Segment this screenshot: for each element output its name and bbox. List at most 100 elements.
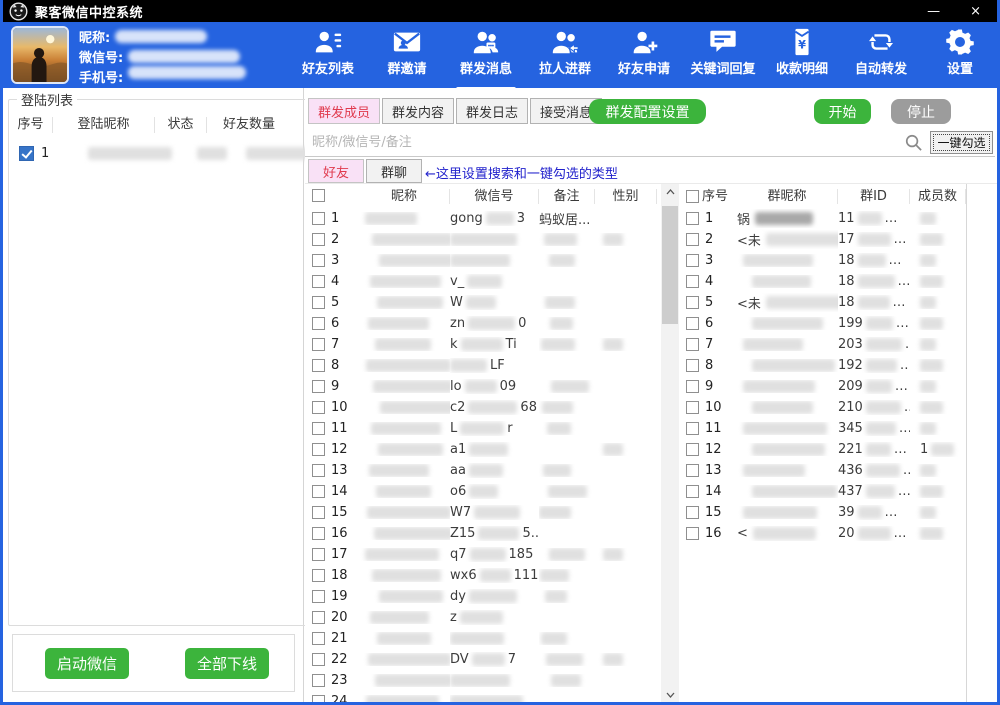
toolbar-item-settings[interactable]: 设置 xyxy=(927,25,993,88)
friend-row[interactable]: 13aa xyxy=(307,460,660,481)
row-checkbox[interactable] xyxy=(686,296,699,309)
group-row[interactable]: 1539… xyxy=(681,502,966,523)
toolbar-item-payment-detail[interactable]: ¥收款明细 xyxy=(769,25,835,88)
group-row[interactable]: 7203… xyxy=(681,334,966,355)
row-checkbox[interactable] xyxy=(312,380,325,393)
row-checkbox[interactable] xyxy=(686,254,699,267)
friend-row[interactable]: 6zn0 xyxy=(307,313,660,334)
friend-row[interactable]: 21 xyxy=(307,628,660,649)
main-tab-1[interactable]: 群发成员 xyxy=(308,98,380,124)
friend-row[interactable]: 20z xyxy=(307,607,660,628)
row-checkbox[interactable] xyxy=(312,233,325,246)
group-row[interactable]: 14437… xyxy=(681,481,966,502)
row-checkbox[interactable] xyxy=(686,485,699,498)
toolbar-item-pull-into-group[interactable]: 拉人进群 xyxy=(532,25,598,88)
toolbar-item-keyword-reply[interactable]: 关键词回复 xyxy=(690,25,756,88)
row-checkbox[interactable] xyxy=(312,695,325,702)
group-row[interactable]: 5<未18… xyxy=(681,292,966,313)
launch-wechat-button[interactable]: 启动微信 xyxy=(45,648,129,679)
row-checkbox[interactable] xyxy=(686,338,699,351)
row-checkbox[interactable] xyxy=(312,674,325,687)
friend-row[interactable]: 14o6 xyxy=(307,481,660,502)
group-row[interactable]: 10210… xyxy=(681,397,966,418)
select-all-friends-checkbox[interactable] xyxy=(312,189,325,202)
close-button[interactable]: × xyxy=(970,5,981,18)
group-row[interactable]: 12221…1 xyxy=(681,439,966,460)
login-row[interactable]: 1 xyxy=(9,140,318,166)
toolbar-item-mass-message[interactable]: 群发消息 xyxy=(453,25,519,88)
login-row-checkbox[interactable] xyxy=(19,146,34,161)
friend-row[interactable]: 3 xyxy=(307,250,660,271)
toolbar-item-friend-request[interactable]: 好友申请 xyxy=(611,25,677,88)
group-row[interactable]: 2<未17… xyxy=(681,229,966,250)
toolbar-item-group-invite[interactable]: 群邀请 xyxy=(374,25,440,88)
friend-row[interactable]: 4v_ xyxy=(307,271,660,292)
minimize-button[interactable]: — xyxy=(927,5,940,18)
friend-row[interactable]: 12a1 xyxy=(307,439,660,460)
scroll-down-button[interactable] xyxy=(661,687,679,702)
friend-row[interactable]: 10c268 xyxy=(307,397,660,418)
search-icon[interactable] xyxy=(904,133,923,152)
row-checkbox[interactable] xyxy=(686,527,699,540)
group-row[interactable]: 16<20… xyxy=(681,523,966,544)
friend-row[interactable]: 1gong3蚂蚁居... xyxy=(307,208,660,229)
row-checkbox[interactable] xyxy=(686,233,699,246)
friend-row[interactable]: 22DV7 xyxy=(307,649,660,670)
friend-row[interactable]: 19dy xyxy=(307,586,660,607)
row-checkbox[interactable] xyxy=(686,443,699,456)
row-checkbox[interactable] xyxy=(312,401,325,414)
row-checkbox[interactable] xyxy=(312,548,325,561)
row-checkbox[interactable] xyxy=(686,317,699,330)
row-checkbox[interactable] xyxy=(312,527,325,540)
row-checkbox[interactable] xyxy=(312,275,325,288)
row-checkbox[interactable] xyxy=(312,338,325,351)
group-row[interactable]: 6199… xyxy=(681,313,966,334)
hint-link[interactable]: ←这里设置搜索和一键勾选的类型 xyxy=(425,163,618,182)
group-row[interactable]: 11345… xyxy=(681,418,966,439)
row-checkbox[interactable] xyxy=(312,254,325,267)
row-checkbox[interactable] xyxy=(312,590,325,603)
toolbar-item-friend-list[interactable]: 好友列表 xyxy=(295,25,361,88)
group-row[interactable]: 418… xyxy=(681,271,966,292)
toolbar-item-auto-forward[interactable]: 自动转发 xyxy=(848,25,914,88)
stop-button[interactable]: 停止 xyxy=(891,99,951,124)
row-checkbox[interactable] xyxy=(686,380,699,393)
friend-row[interactable]: 18wx6111 xyxy=(307,565,660,586)
friend-row[interactable]: 5W xyxy=(307,292,660,313)
row-checkbox[interactable] xyxy=(312,569,325,582)
row-checkbox[interactable] xyxy=(686,464,699,477)
main-tab-2[interactable]: 群发内容 xyxy=(382,98,454,124)
row-checkbox[interactable] xyxy=(312,506,325,519)
friend-row[interactable]: 17q7185 xyxy=(307,544,660,565)
scrollbar-thumb[interactable] xyxy=(662,206,678,324)
mass-send-config-button[interactable]: 群发配置设置 xyxy=(589,99,706,124)
row-checkbox[interactable] xyxy=(312,485,325,498)
row-checkbox[interactable] xyxy=(312,464,325,477)
start-button[interactable]: 开始 xyxy=(814,99,871,124)
row-checkbox[interactable] xyxy=(686,212,699,225)
group-row[interactable]: 13436… xyxy=(681,460,966,481)
all-offline-button[interactable]: 全部下线 xyxy=(185,648,269,679)
group-row[interactable]: 8192… xyxy=(681,355,966,376)
row-checkbox[interactable] xyxy=(686,359,699,372)
scroll-up-button[interactable] xyxy=(661,184,679,200)
row-checkbox[interactable] xyxy=(312,317,325,330)
sub-tab-friends[interactable]: 好友 xyxy=(308,159,364,183)
group-row[interactable]: 318… xyxy=(681,250,966,271)
row-checkbox[interactable] xyxy=(312,611,325,624)
row-checkbox[interactable] xyxy=(686,401,699,414)
friend-row[interactable]: 24 xyxy=(307,691,660,702)
friend-row[interactable]: 8LF xyxy=(307,355,660,376)
group-row[interactable]: 9209… xyxy=(681,376,966,397)
friend-row[interactable]: 2 xyxy=(307,229,660,250)
friend-row[interactable]: 7kTi xyxy=(307,334,660,355)
row-checkbox[interactable] xyxy=(312,359,325,372)
select-all-groups-checkbox[interactable] xyxy=(686,190,699,203)
row-checkbox[interactable] xyxy=(312,422,325,435)
friend-row[interactable]: 16Z155... xyxy=(307,523,660,544)
sub-tab-groups[interactable]: 群聊 xyxy=(366,159,422,183)
select-all-button[interactable]: 一键勾选 xyxy=(930,131,993,154)
row-checkbox[interactable] xyxy=(312,653,325,666)
group-row[interactable]: 1锅11… xyxy=(681,208,966,229)
friend-row[interactable]: 11Lr xyxy=(307,418,660,439)
